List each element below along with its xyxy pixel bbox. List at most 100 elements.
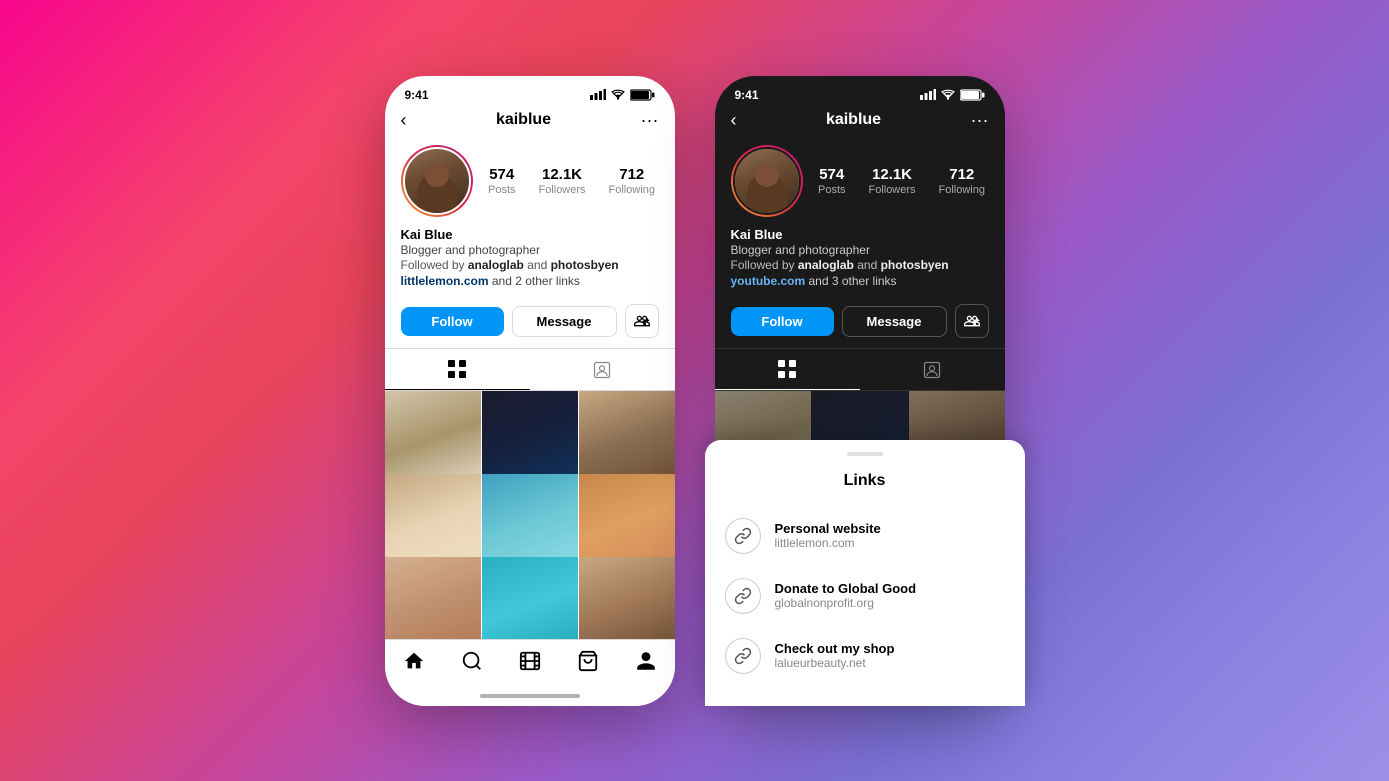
grid-item-6[interactable] [579,474,675,570]
posts-count-light: 574 [489,166,514,183]
stat-followers-light[interactable]: 12.1K Followers [538,166,585,196]
followers-count-dark: 12.1K [872,166,912,183]
add-friend-button-dark[interactable] [955,304,989,338]
bio-name-dark: Kai Blue [731,227,989,242]
bio-link-dark[interactable]: youtube.com and 3 other links [731,272,989,290]
photo-grid-light [385,391,675,638]
sheet-drag-handle [847,452,883,456]
avatar-light [401,145,473,217]
following-label-light: Following [609,184,655,196]
profile-info-light: 574 Posts 12.1K Followers 712 Following [385,139,675,227]
stat-posts-dark[interactable]: 574 Posts [818,166,846,196]
profile-header-dark: ‹ kaiblue ··· [715,106,1005,139]
tab-bar-dark [715,348,1005,391]
nav-search-light[interactable] [461,650,483,678]
link-icon-0 [725,518,761,554]
grid-item-2[interactable] [482,391,578,487]
bio-desc-light: Blogger and photographer [401,242,659,259]
grid-item-1[interactable] [385,391,481,487]
message-button-light[interactable]: Message [512,306,617,337]
stats-dark: 574 Posts 12.1K Followers 712 Following [815,166,989,196]
stats-light: 574 Posts 12.1K Followers 712 Following [485,166,659,196]
following-count-light: 712 [619,166,644,183]
link-item-1[interactable]: Donate to Global Good globalnonprofit.or… [705,566,1025,626]
status-icons-dark [920,89,985,101]
nav-profile-light[interactable] [635,650,657,678]
action-buttons-dark: Follow Message [715,300,1005,348]
link-item-2[interactable]: Check out my shop lalueurbeauty.net [705,626,1025,686]
back-button-light[interactable]: ‹ [401,110,407,131]
follow-button-dark[interactable]: Follow [731,307,834,336]
link-text-0: Personal website littlelemon.com [775,521,881,550]
link-icon-2 [725,638,761,674]
add-friend-button-light[interactable] [625,304,659,338]
bio-section-light: Kai Blue Blogger and photographer Follow… [385,227,675,301]
bio-followed-dark: Followed by analoglab and photosbyen [731,258,989,272]
tab-grid-light[interactable] [385,349,530,390]
bio-desc-dark: Blogger and photographer [731,242,989,259]
add-person-icon [634,313,650,329]
profile-header-light: ‹ kaiblue ··· [385,106,675,139]
message-button-dark[interactable]: Message [842,306,947,337]
links-bottom-sheet: Links Personal website littlelemon.com [705,440,1025,706]
chain-link-icon-0 [734,527,752,545]
link-text-1: Donate to Global Good globalnonprofit.or… [775,581,917,610]
username-light: kaiblue [496,111,551,129]
nav-shop-light[interactable] [577,650,599,678]
bio-followed-light: Followed by analoglab and photosbyen [401,258,659,272]
posts-label-light: Posts [488,184,516,196]
stat-following-light[interactable]: 712 Following [609,166,655,196]
wifi-icon [610,89,626,100]
person-tag-icon-dark [922,360,942,380]
time-dark: 9:41 [735,88,759,102]
grid-icon-dark [777,359,797,379]
profile-info-dark: 574 Posts 12.1K Followers 712 Following [715,139,1005,227]
tab-tagged-light[interactable] [530,349,675,390]
battery-icon-dark [960,89,985,101]
followers-label-light: Followers [538,184,585,196]
bio-section-dark: Kai Blue Blogger and photographer Follow… [715,227,1005,301]
nav-home-light[interactable] [403,650,425,678]
status-bar-dark: 9:41 [715,76,1005,106]
following-label-dark: Following [939,184,985,196]
phone-dark-wrapper: 9:41 [715,76,1005,706]
status-bar-light: 9:41 [385,76,675,106]
grid-item-3[interactable] [579,391,675,487]
phone-light: 9:41 [385,76,675,706]
signal-icon [590,89,606,100]
grid-item-4[interactable] [385,474,481,570]
follow-button-light[interactable]: Follow [401,307,504,336]
link-text-2: Check out my shop lalueurbeauty.net [775,641,895,670]
username-dark: kaiblue [826,111,881,129]
stat-posts-light[interactable]: 574 Posts [488,166,516,196]
bio-link-light[interactable]: littlelemon.com and 2 other links [401,272,659,290]
chain-link-icon-1 [734,587,752,605]
tab-bar-light [385,348,675,391]
stat-following-dark[interactable]: 712 Following [939,166,985,196]
followers-count-light: 12.1K [542,166,582,183]
link-item-0[interactable]: Personal website littlelemon.com [705,506,1025,566]
chain-link-icon-2 [734,647,752,665]
more-button-dark[interactable]: ··· [971,110,989,131]
tab-grid-dark[interactable] [715,349,860,390]
sheet-title: Links [705,472,1025,490]
grid-item-8[interactable] [482,557,578,639]
grid-item-7[interactable] [385,557,481,639]
grid-icon [447,359,467,379]
bio-name-light: Kai Blue [401,227,659,242]
grid-item-5[interactable] [482,474,578,570]
tab-tagged-dark[interactable] [860,349,1005,390]
grid-item-9[interactable] [579,557,675,639]
time-light: 9:41 [405,88,429,102]
back-button-dark[interactable]: ‹ [731,110,737,131]
wifi-icon-dark [940,89,956,100]
followers-label-dark: Followers [868,184,915,196]
status-icons-light [590,89,655,101]
posts-label-dark: Posts [818,184,846,196]
following-count-dark: 712 [949,166,974,183]
add-person-icon-dark [964,313,980,329]
action-buttons-light: Follow Message [385,300,675,348]
more-button-light[interactable]: ··· [641,110,659,131]
stat-followers-dark[interactable]: 12.1K Followers [868,166,915,196]
nav-reels-light[interactable] [519,650,541,678]
